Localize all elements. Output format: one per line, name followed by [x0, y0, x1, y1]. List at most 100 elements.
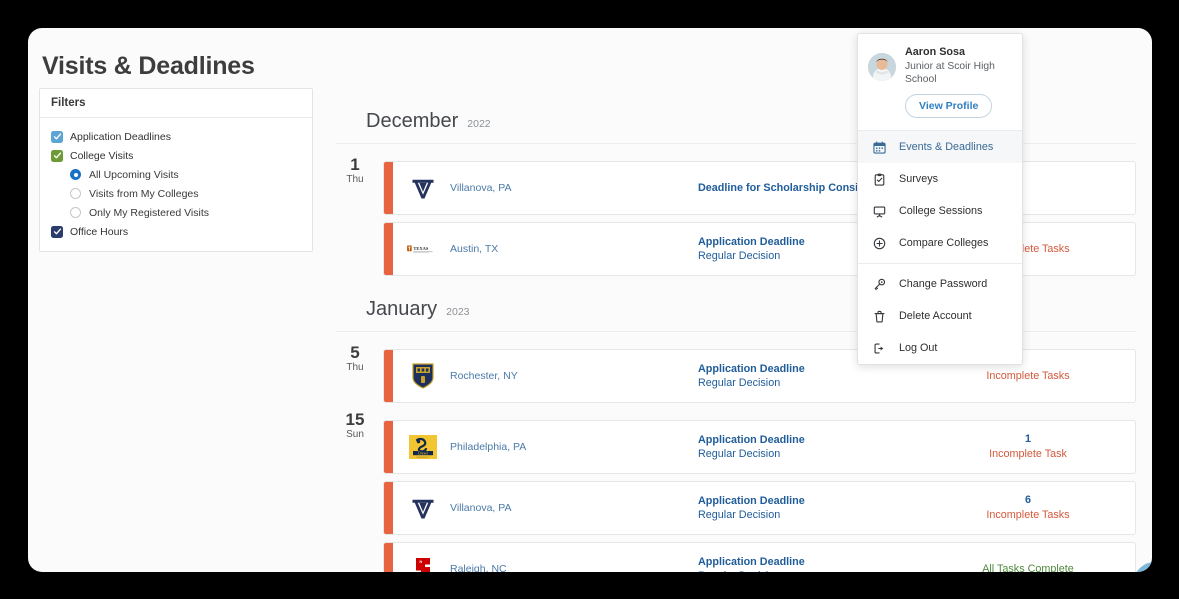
- event-location[interactable]: Austin, TX: [450, 243, 498, 255]
- event-tasks-status: 6 Incomplete Tasks: [921, 482, 1135, 534]
- month-name: January: [366, 298, 438, 320]
- filter-label: Only My Registered Visits: [89, 206, 210, 219]
- tasks-text: All Tasks Complete: [982, 562, 1074, 573]
- day-label: 5 Thu: [340, 344, 370, 374]
- radio-icon[interactable]: [70, 207, 81, 218]
- event-details: Application Deadline Regular Decision: [698, 494, 805, 522]
- month-year: 2023: [446, 306, 470, 318]
- day-of-week: Sun: [346, 429, 364, 440]
- tasks-count: 1: [1024, 433, 1031, 445]
- filter-label: Application Deadlines: [70, 130, 171, 143]
- day-number: 5: [350, 343, 360, 362]
- menu-item-label: Surveys: [899, 173, 939, 185]
- filter-office-hours[interactable]: Office Hours: [40, 222, 312, 241]
- tasks-count: 6: [1024, 494, 1031, 506]
- event-row[interactable]: Drexel UNIVERSITY Philadelphia, PA Appli…: [383, 420, 1136, 474]
- event-subtitle: Regular Decision: [698, 569, 805, 572]
- filters-list: Application Deadlines College Visits All…: [40, 118, 312, 251]
- event-tasks-status: All Tasks Complete: [921, 543, 1135, 573]
- filter-label: All Upcoming Visits: [89, 168, 179, 181]
- event-location[interactable]: Villanova, PA: [450, 182, 511, 194]
- view-profile-button[interactable]: View Profile: [905, 94, 993, 118]
- menu-item-delete-account[interactable]: Delete Account: [858, 300, 1022, 332]
- event-row[interactable]: Villanova, PA Deadline for Scholarship C…: [383, 161, 1136, 215]
- filter-college-visits[interactable]: College Visits: [40, 146, 312, 165]
- radio-icon[interactable]: [70, 169, 81, 180]
- tasks-text: Incomplete Tasks: [986, 509, 1070, 521]
- menu-divider: [858, 263, 1022, 264]
- clipboard-check-icon: [872, 172, 886, 186]
- event-row[interactable]: TEXAS Austin, TX Application Deadline Re…: [383, 222, 1136, 276]
- checkbox-icon[interactable]: [51, 130, 63, 143]
- radio-icon[interactable]: [70, 188, 81, 199]
- filter-label: Office Hours: [70, 225, 129, 238]
- menu-item-label: Change Password: [899, 278, 988, 290]
- month-name: December: [366, 110, 459, 132]
- plus-circle-icon: [872, 236, 886, 250]
- svg-text:N: N: [420, 560, 423, 564]
- event-subtitle: Regular Decision: [698, 448, 781, 460]
- filter-visits-from-my-colleges[interactable]: Visits from My Colleges: [40, 184, 312, 203]
- event-row[interactable]: Villanova, PA Application Deadline Regul…: [383, 481, 1136, 535]
- college-logo-ut-austin-icon: TEXAS: [406, 232, 440, 266]
- college-logo-ncstate-icon: N C: [406, 552, 440, 572]
- menu-item-label: Events & Deadlines: [899, 141, 994, 153]
- accent-bar: [384, 162, 393, 214]
- accent-bar: [384, 350, 393, 402]
- filters-panel: Filters Application Deadlines College Vi…: [39, 88, 313, 252]
- event-tasks-status: 1 Incomplete Task: [921, 421, 1135, 473]
- event-details: Application Deadline Regular Decision: [698, 362, 805, 390]
- menu-item-compare-colleges[interactable]: Compare Colleges: [858, 227, 1022, 259]
- filter-label: College Visits: [70, 149, 134, 162]
- event-details: Application Deadline Regular Decision: [698, 235, 805, 263]
- day-group: 15 Sun Drexel UNIVERSITY Philadelphia, P…: [336, 403, 1136, 572]
- user-name: Aaron Sosa: [905, 46, 965, 58]
- menu-item-college-sessions[interactable]: College Sessions: [858, 195, 1022, 227]
- event-location[interactable]: Raleigh, NC: [450, 563, 507, 572]
- menu-item-events-deadlines[interactable]: Events & Deadlines: [858, 131, 1022, 163]
- event-location[interactable]: Rochester, NY: [450, 370, 518, 382]
- accent-bar: [384, 223, 393, 275]
- logout-icon: [872, 341, 886, 355]
- svg-text:TEXAS: TEXAS: [413, 246, 429, 251]
- event-details: Application Deadline Regular Decision: [698, 433, 805, 461]
- checkbox-icon[interactable]: [51, 225, 63, 238]
- user-role: Junior at Scoir High School: [905, 61, 995, 85]
- event-row[interactable]: N C Raleigh, NC Application Deadline Reg…: [383, 542, 1136, 572]
- accent-bar: [384, 482, 393, 534]
- event-location[interactable]: Villanova, PA: [450, 502, 511, 514]
- filters-heading: Filters: [40, 89, 312, 118]
- calendar-icon: [872, 140, 886, 154]
- menu-item-surveys[interactable]: Surveys: [858, 163, 1022, 195]
- menu-item-log-out[interactable]: Log Out: [858, 332, 1022, 364]
- filter-all-upcoming-visits[interactable]: All Upcoming Visits: [40, 165, 312, 184]
- menu-item-label: College Sessions: [899, 205, 983, 217]
- trash-icon: [872, 309, 886, 323]
- day-number: 1: [350, 155, 360, 174]
- filter-only-my-registered-visits[interactable]: Only My Registered Visits: [40, 203, 312, 222]
- event-title: Application Deadline: [698, 363, 805, 375]
- day-of-week: Thu: [346, 362, 364, 373]
- dropdown-profile-header: Aaron Sosa Junior at Scoir High School V…: [858, 34, 1022, 131]
- day-number: 15: [345, 410, 365, 429]
- day-label: 15 Sun: [340, 411, 370, 441]
- menu-item-change-password[interactable]: Change Password: [858, 268, 1022, 300]
- tasks-text: Incomplete Tasks: [986, 369, 1070, 382]
- event-subtitle: Regular Decision: [698, 377, 781, 389]
- event-row[interactable]: Rochester, NY Application Deadline Regul…: [383, 349, 1136, 403]
- svg-text:Drexel: Drexel: [418, 451, 428, 455]
- svg-text:UNIVERSITY: UNIVERSITY: [416, 457, 430, 459]
- key-icon: [872, 277, 886, 291]
- day-label: 1 Thu: [340, 156, 370, 186]
- accent-bar: [384, 421, 393, 473]
- event-subtitle: Regular Decision: [698, 250, 781, 262]
- college-logo-rochester-icon: [406, 359, 440, 393]
- presentation-icon: [872, 204, 886, 218]
- event-details: Application Deadline Regular Decision: [698, 555, 805, 572]
- event-location[interactable]: Philadelphia, PA: [450, 441, 526, 453]
- checkbox-icon[interactable]: [51, 149, 63, 162]
- event-title: Application Deadline: [698, 556, 805, 568]
- filter-label: Visits from My Colleges: [89, 187, 199, 200]
- filter-application-deadlines[interactable]: Application Deadlines: [40, 127, 312, 146]
- page-title: Visits & Deadlines: [42, 52, 255, 80]
